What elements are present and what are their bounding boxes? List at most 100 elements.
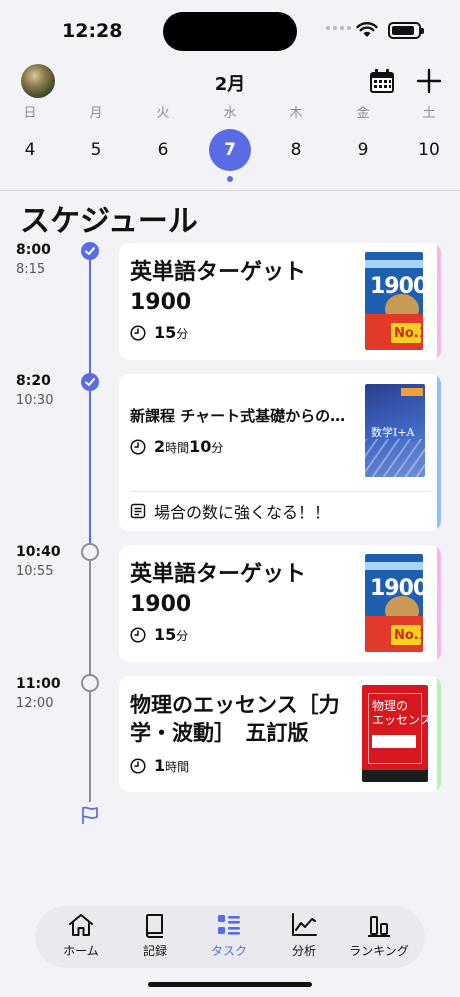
book-cover-image: 1900 No.1 xyxy=(365,554,423,652)
category-stripe xyxy=(437,243,441,360)
card-title: 新課程 チャート式基礎からの… xyxy=(130,407,346,425)
timeline-line-done xyxy=(89,260,91,375)
day-sat[interactable]: 土 10 xyxy=(407,104,451,184)
status-time: 12:28 xyxy=(62,20,123,42)
wifi-icon xyxy=(356,22,378,37)
pending-circle-icon[interactable] xyxy=(81,543,99,561)
clock-icon xyxy=(130,757,146,774)
duration-value: 15 xyxy=(154,323,177,342)
signal-icon xyxy=(326,26,351,30)
tab-label: タスク xyxy=(210,944,247,958)
schedule-card[interactable]: 英単語ターゲット1900 15分 1900 No.1 xyxy=(119,545,441,662)
day-number: 10 xyxy=(418,140,440,160)
timeline-line-pending xyxy=(89,692,91,802)
duration-value: 10 xyxy=(189,437,212,456)
day-fri[interactable]: 金 9 xyxy=(341,104,385,184)
book-cover-image: 物理の エッセンス xyxy=(362,685,428,782)
memo-divider xyxy=(130,491,431,492)
tab-home[interactable]: ホーム xyxy=(48,912,114,959)
tab-ranking[interactable]: ランキング xyxy=(346,912,412,959)
cover-title: 物理の エッセンス xyxy=(372,699,428,727)
bar-icon xyxy=(368,916,390,937)
time-range: 11:00 12:00 xyxy=(16,676,61,711)
day-of-week-label: 水 xyxy=(223,106,237,121)
clock-icon xyxy=(130,626,146,643)
day-tue[interactable]: 火 6 xyxy=(141,104,185,184)
duration-unit: 分 xyxy=(176,629,189,643)
duration-value: 1 xyxy=(154,756,166,775)
duration-unit: 時間 xyxy=(165,441,190,455)
day-of-week-label: 金 xyxy=(356,106,370,121)
start-time: 11:00 xyxy=(16,676,61,692)
time-range: 10:40 10:55 xyxy=(16,544,61,579)
tab-task[interactable]: タスク xyxy=(196,912,262,959)
cover-badge: No.1 xyxy=(394,326,423,341)
book-cover-image: 数学Ⅰ+A xyxy=(365,384,425,477)
tab-label: 分析 xyxy=(291,944,316,958)
duration-unit: 分 xyxy=(176,327,189,341)
day-thu[interactable]: 木 8 xyxy=(274,104,318,184)
timeline-line-done xyxy=(89,390,91,543)
add-icon[interactable] xyxy=(416,68,442,94)
day-of-week-label: 木 xyxy=(289,106,303,121)
duration: 1時間 xyxy=(130,756,189,775)
memo-text: 場合の数に強くなる！！ xyxy=(154,503,331,522)
status-bar: 12:28 xyxy=(0,0,460,62)
completed-check-icon[interactable] xyxy=(81,373,99,391)
list-icon xyxy=(218,915,240,935)
tab-label: ランキング xyxy=(349,944,409,958)
tab-record[interactable]: 記録 xyxy=(122,912,188,959)
clock-icon xyxy=(130,324,146,341)
day-number: 6 xyxy=(157,140,169,160)
day-sun[interactable]: 日 4 xyxy=(8,104,52,184)
time-range: 8:20 10:30 xyxy=(16,373,53,408)
memo-icon xyxy=(130,503,146,519)
tab-label: ホーム xyxy=(63,944,99,958)
schedule-card[interactable]: 英単語ターゲット1900 15分 1900 No.1 xyxy=(119,243,441,360)
category-stripe xyxy=(437,545,441,662)
end-time: 12:00 xyxy=(16,696,54,711)
duration-unit: 時間 xyxy=(165,760,190,774)
category-stripe xyxy=(437,374,441,531)
duration: 2時間10分 xyxy=(130,437,223,456)
day-number: 8 xyxy=(290,140,302,160)
card-title: 英単語ターゲット1900 xyxy=(130,562,307,617)
day-wed-selected[interactable]: 水 7 xyxy=(208,104,252,184)
section-title: スケジュール xyxy=(20,204,198,239)
start-time: 8:20 xyxy=(16,373,51,389)
duration-unit: 分 xyxy=(211,441,224,455)
schedule-card[interactable]: 新課程 チャート式基礎からの… 2時間10分 数学Ⅰ+A 場合の数に強くなる！！ xyxy=(119,374,441,531)
event-dot xyxy=(227,176,233,182)
day-of-week-label: 火 xyxy=(156,106,170,121)
end-time: 10:30 xyxy=(16,393,54,408)
book-cover-image: 1900 No.1 xyxy=(365,252,423,350)
start-time: 10:40 xyxy=(16,544,61,560)
duration-value: 2 xyxy=(154,437,166,456)
calendar-icon[interactable] xyxy=(368,68,396,96)
completed-check-icon[interactable] xyxy=(81,242,99,260)
time-range: 8:00 8:15 xyxy=(16,242,51,277)
flag-icon xyxy=(82,806,98,824)
pending-circle-icon[interactable] xyxy=(81,674,99,692)
schedule-card[interactable]: 物理のエッセンス［力学・波動］ 五訂版 1時間 物理の エッセンス xyxy=(119,676,441,792)
home-indicator xyxy=(148,982,312,987)
duration: 15分 xyxy=(130,625,188,644)
card-title: 物理のエッセンス［力学・波動］ 五訂版 xyxy=(130,693,340,745)
cover-label: 数学Ⅰ+A xyxy=(371,426,415,439)
chart-icon xyxy=(292,913,317,936)
card-title: 英単語ターゲット1900 xyxy=(130,260,307,315)
clock-icon xyxy=(130,438,146,455)
tab-label: 記録 xyxy=(142,944,167,958)
day-mon[interactable]: 月 5 xyxy=(74,104,118,184)
day-of-week-label: 日 xyxy=(23,106,37,121)
day-number: 4 xyxy=(24,140,36,160)
home-icon xyxy=(69,914,93,936)
timeline-line-pending xyxy=(89,561,91,675)
category-stripe xyxy=(437,676,441,792)
book-icon xyxy=(146,914,163,938)
day-number: 9 xyxy=(357,140,369,160)
cover-badge: No.1 xyxy=(394,628,423,643)
end-time: 8:15 xyxy=(16,262,46,277)
tab-analysis[interactable]: 分析 xyxy=(271,912,337,959)
start-time: 8:00 xyxy=(16,242,51,258)
